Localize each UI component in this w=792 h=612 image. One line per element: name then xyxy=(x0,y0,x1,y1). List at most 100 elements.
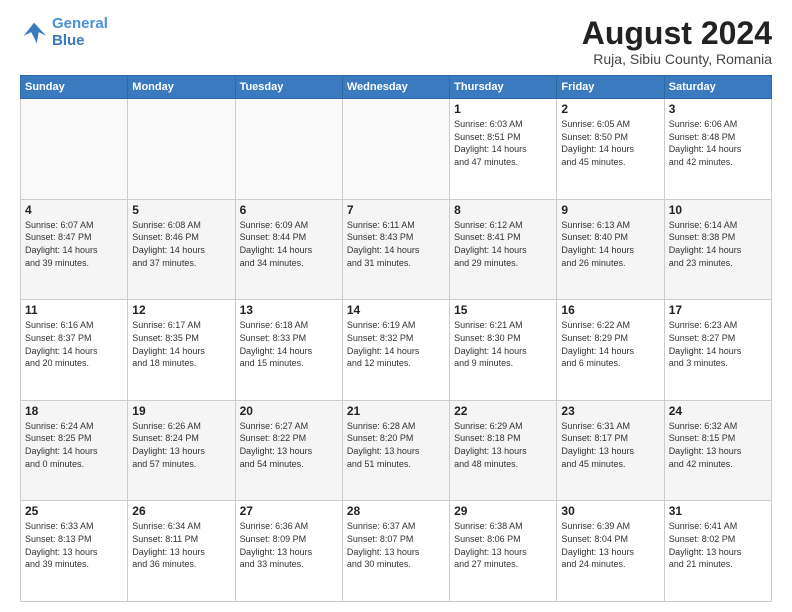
day-number: 5 xyxy=(132,203,230,217)
day-info: Sunrise: 6:37 AM Sunset: 8:07 PM Dayligh… xyxy=(347,520,445,570)
day-number: 2 xyxy=(561,102,659,116)
calendar-cell: 5 Sunrise: 6:08 AM Sunset: 8:46 PM Daylig… xyxy=(128,199,235,300)
day-number: 8 xyxy=(454,203,552,217)
day-info: Sunrise: 6:38 AM Sunset: 8:06 PM Dayligh… xyxy=(454,520,552,570)
page-subtitle: Ruja, Sibiu County, Romania xyxy=(582,51,772,67)
day-number: 28 xyxy=(347,504,445,518)
calendar-week-3: 11 Sunrise: 6:16 AM Sunset: 8:37 PM Dayli… xyxy=(21,300,772,401)
calendar-cell: 12 Sunrise: 6:17 AM Sunset: 8:35 PM Dayli… xyxy=(128,300,235,401)
day-info: Sunrise: 6:24 AM Sunset: 8:25 PM Dayligh… xyxy=(25,420,123,470)
day-info: Sunrise: 6:05 AM Sunset: 8:50 PM Dayligh… xyxy=(561,118,659,168)
calendar-cell: 4 Sunrise: 6:07 AM Sunset: 8:47 PM Daylig… xyxy=(21,199,128,300)
calendar-cell: 27Sunrise: 6:36 AM Sunset: 8:09 PM Dayli… xyxy=(235,501,342,602)
calendar-header: SundayMondayTuesdayWednesdayThursdayFrid… xyxy=(21,76,772,99)
day-of-week-friday: Friday xyxy=(557,76,664,99)
day-info: Sunrise: 6:11 AM Sunset: 8:43 PM Dayligh… xyxy=(347,219,445,269)
day-info: Sunrise: 6:03 AM Sunset: 8:51 PM Dayligh… xyxy=(454,118,552,168)
day-number: 16 xyxy=(561,303,659,317)
day-number: 12 xyxy=(132,303,230,317)
day-of-week-wednesday: Wednesday xyxy=(342,76,449,99)
calendar-cell: 31Sunrise: 6:41 AM Sunset: 8:02 PM Dayli… xyxy=(664,501,771,602)
calendar-cell xyxy=(21,99,128,200)
calendar-cell: 20 Sunrise: 6:27 AM Sunset: 8:22 PM Dayli… xyxy=(235,400,342,501)
calendar-week-2: 4 Sunrise: 6:07 AM Sunset: 8:47 PM Daylig… xyxy=(21,199,772,300)
day-number: 10 xyxy=(669,203,767,217)
day-number: 3 xyxy=(669,102,767,116)
day-info: Sunrise: 6:33 AM Sunset: 8:13 PM Dayligh… xyxy=(25,520,123,570)
header: General Blue August 2024 Ruja, Sibiu Cou… xyxy=(20,16,772,67)
day-info: Sunrise: 6:07 AM Sunset: 8:47 PM Dayligh… xyxy=(25,219,123,269)
calendar-cell xyxy=(128,99,235,200)
calendar-cell: 17 Sunrise: 6:23 AM Sunset: 8:27 PM Dayli… xyxy=(664,300,771,401)
calendar-cell: 29 Sunrise: 6:38 AM Sunset: 8:06 PM Dayli… xyxy=(450,501,557,602)
day-number: 21 xyxy=(347,404,445,418)
day-number: 29 xyxy=(454,504,552,518)
calendar-week-5: 25 Sunrise: 6:33 AM Sunset: 8:13 PM Dayli… xyxy=(21,501,772,602)
day-info: Sunrise: 6:34 AM Sunset: 8:11 PM Dayligh… xyxy=(132,520,230,570)
calendar-cell: 9Sunrise: 6:13 AM Sunset: 8:40 PM Daylig… xyxy=(557,199,664,300)
calendar-week-1: 1 Sunrise: 6:03 AM Sunset: 8:51 PM Daylig… xyxy=(21,99,772,200)
calendar-cell: 24Sunrise: 6:32 AM Sunset: 8:15 PM Dayli… xyxy=(664,400,771,501)
day-number: 19 xyxy=(132,404,230,418)
day-number: 20 xyxy=(240,404,338,418)
calendar-cell: 8 Sunrise: 6:12 AM Sunset: 8:41 PM Daylig… xyxy=(450,199,557,300)
calendar-table: SundayMondayTuesdayWednesdayThursdayFrid… xyxy=(20,75,772,602)
day-info: Sunrise: 6:39 AM Sunset: 8:04 PM Dayligh… xyxy=(561,520,659,570)
calendar-week-4: 18 Sunrise: 6:24 AM Sunset: 8:25 PM Dayli… xyxy=(21,400,772,501)
day-info: Sunrise: 6:32 AM Sunset: 8:15 PM Dayligh… xyxy=(669,420,767,470)
day-info: Sunrise: 6:06 AM Sunset: 8:48 PM Dayligh… xyxy=(669,118,767,168)
day-info: Sunrise: 6:16 AM Sunset: 8:37 PM Dayligh… xyxy=(25,319,123,369)
day-number: 13 xyxy=(240,303,338,317)
calendar-cell: 2 Sunrise: 6:05 AM Sunset: 8:50 PM Daylig… xyxy=(557,99,664,200)
day-number: 11 xyxy=(25,303,123,317)
logo-blue: Blue xyxy=(52,33,108,50)
title-block: August 2024 Ruja, Sibiu County, Romania xyxy=(582,16,772,67)
day-number: 27 xyxy=(240,504,338,518)
calendar-cell: 10Sunrise: 6:14 AM Sunset: 8:38 PM Dayli… xyxy=(664,199,771,300)
day-number: 6 xyxy=(240,203,338,217)
calendar-cell: 6 Sunrise: 6:09 AM Sunset: 8:44 PM Daylig… xyxy=(235,199,342,300)
day-number: 25 xyxy=(25,504,123,518)
day-info: Sunrise: 6:19 AM Sunset: 8:32 PM Dayligh… xyxy=(347,319,445,369)
day-info: Sunrise: 6:08 AM Sunset: 8:46 PM Dayligh… xyxy=(132,219,230,269)
day-info: Sunrise: 6:23 AM Sunset: 8:27 PM Dayligh… xyxy=(669,319,767,369)
calendar-body: 1 Sunrise: 6:03 AM Sunset: 8:51 PM Daylig… xyxy=(21,99,772,602)
day-info: Sunrise: 6:27 AM Sunset: 8:22 PM Dayligh… xyxy=(240,420,338,470)
day-number: 4 xyxy=(25,203,123,217)
day-info: Sunrise: 6:09 AM Sunset: 8:44 PM Dayligh… xyxy=(240,219,338,269)
calendar-cell: 21 Sunrise: 6:28 AM Sunset: 8:20 PM Dayli… xyxy=(342,400,449,501)
day-info: Sunrise: 6:17 AM Sunset: 8:35 PM Dayligh… xyxy=(132,319,230,369)
calendar-cell: 3 Sunrise: 6:06 AM Sunset: 8:48 PM Daylig… xyxy=(664,99,771,200)
day-number: 9 xyxy=(561,203,659,217)
day-number: 7 xyxy=(347,203,445,217)
page: General Blue August 2024 Ruja, Sibiu Cou… xyxy=(0,0,792,612)
logo-text: General Blue xyxy=(52,16,108,49)
day-of-week-saturday: Saturday xyxy=(664,76,771,99)
day-number: 14 xyxy=(347,303,445,317)
calendar-cell: 23 Sunrise: 6:31 AM Sunset: 8:17 PM Dayli… xyxy=(557,400,664,501)
day-number: 22 xyxy=(454,404,552,418)
day-info: Sunrise: 6:18 AM Sunset: 8:33 PM Dayligh… xyxy=(240,319,338,369)
calendar-cell: 1 Sunrise: 6:03 AM Sunset: 8:51 PM Daylig… xyxy=(450,99,557,200)
day-number: 1 xyxy=(454,102,552,116)
day-info: Sunrise: 6:31 AM Sunset: 8:17 PM Dayligh… xyxy=(561,420,659,470)
calendar-cell: 18 Sunrise: 6:24 AM Sunset: 8:25 PM Dayli… xyxy=(21,400,128,501)
page-title: August 2024 xyxy=(582,16,772,51)
calendar-cell: 13 Sunrise: 6:18 AM Sunset: 8:33 PM Dayli… xyxy=(235,300,342,401)
day-number: 18 xyxy=(25,404,123,418)
day-info: Sunrise: 6:29 AM Sunset: 8:18 PM Dayligh… xyxy=(454,420,552,470)
days-of-week-row: SundayMondayTuesdayWednesdayThursdayFrid… xyxy=(21,76,772,99)
calendar-cell xyxy=(235,99,342,200)
calendar-cell: 16Sunrise: 6:22 AM Sunset: 8:29 PM Dayli… xyxy=(557,300,664,401)
logo-icon xyxy=(20,19,48,47)
logo: General Blue xyxy=(20,16,108,49)
day-number: 17 xyxy=(669,303,767,317)
calendar-cell: 19Sunrise: 6:26 AM Sunset: 8:24 PM Dayli… xyxy=(128,400,235,501)
calendar-cell: 15Sunrise: 6:21 AM Sunset: 8:30 PM Dayli… xyxy=(450,300,557,401)
calendar-cell: 25 Sunrise: 6:33 AM Sunset: 8:13 PM Dayli… xyxy=(21,501,128,602)
calendar-cell: 28 Sunrise: 6:37 AM Sunset: 8:07 PM Dayli… xyxy=(342,501,449,602)
day-number: 23 xyxy=(561,404,659,418)
day-of-week-sunday: Sunday xyxy=(21,76,128,99)
day-info: Sunrise: 6:12 AM Sunset: 8:41 PM Dayligh… xyxy=(454,219,552,269)
day-info: Sunrise: 6:28 AM Sunset: 8:20 PM Dayligh… xyxy=(347,420,445,470)
